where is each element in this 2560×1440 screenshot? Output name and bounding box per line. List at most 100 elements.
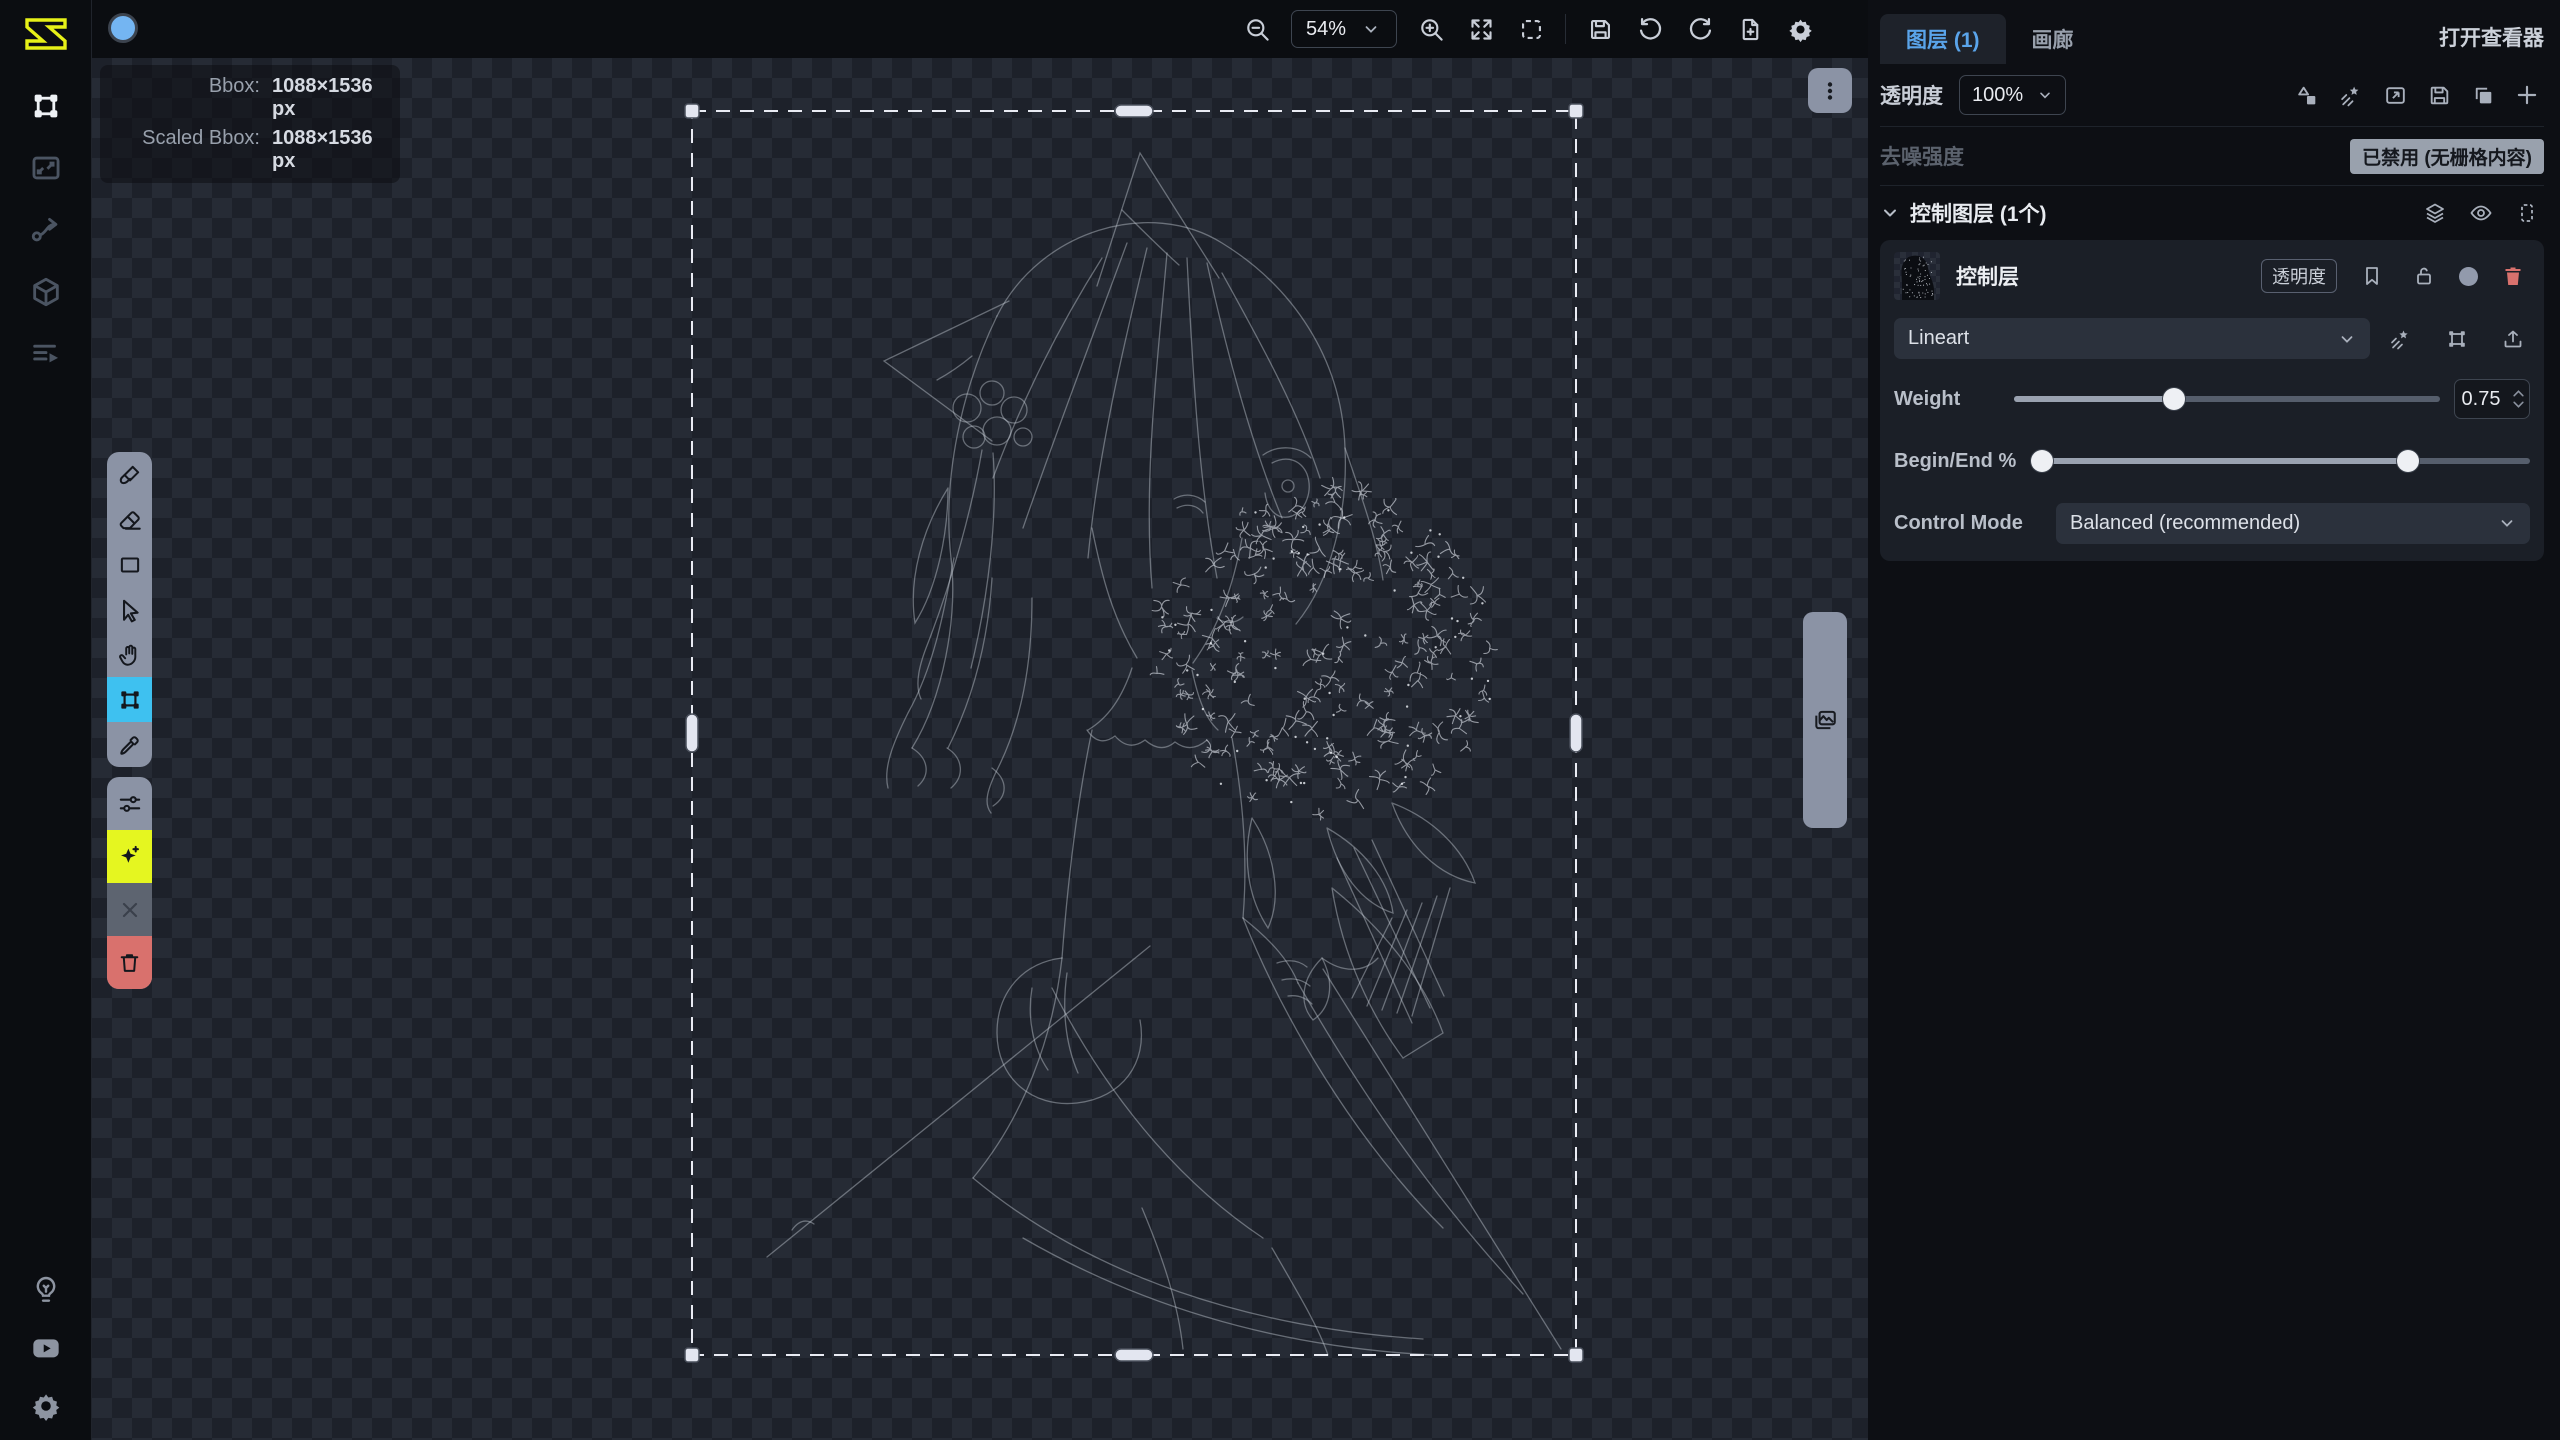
delete-trash-icon[interactable] — [107, 936, 152, 989]
zoom-in-button[interactable] — [1415, 13, 1447, 45]
opacity-label: 透明度 — [1880, 80, 1943, 110]
begin-end-label: Begin/End % — [1894, 450, 2028, 473]
opacity-value: 100% — [1972, 84, 2023, 107]
color-picker-tool-icon[interactable] — [107, 722, 152, 767]
fit-bbox-button[interactable] — [1515, 13, 1547, 45]
denoise-row: 去噪强度 已禁用 (无栅格内容) — [1880, 127, 2544, 185]
filter-wand-icon[interactable] — [2334, 78, 2368, 112]
denoise-label: 去噪强度 — [1880, 141, 1964, 171]
merge-layers-icon[interactable] — [2290, 78, 2324, 112]
unlock-icon[interactable] — [2407, 259, 2441, 293]
add-layer-plus-icon[interactable] — [2510, 78, 2544, 112]
redo-button[interactable] — [1684, 13, 1716, 45]
nav-queue-icon[interactable] — [28, 336, 64, 372]
canvas-menu-kebab-button[interactable] — [1808, 68, 1852, 113]
support-lightbulb-icon[interactable] — [28, 1272, 64, 1308]
control-model-select[interactable]: Lineart — [1894, 318, 2370, 359]
weight-slider-handle[interactable] — [2163, 388, 2185, 410]
canvas-artwork — [92, 58, 1868, 1440]
group-layers-stack-icon[interactable] — [2418, 196, 2452, 230]
weight-step-down-icon[interactable] — [2512, 400, 2525, 409]
transform-bbox-icon[interactable] — [2440, 322, 2474, 356]
control-layer-card[interactable]: 控制层 透明度 — [1880, 240, 2544, 561]
tab-layers[interactable]: 图层 (1) — [1880, 14, 2006, 64]
rectangle-tool-icon[interactable] — [107, 542, 152, 587]
group-visibility-eye-icon[interactable] — [2464, 196, 2498, 230]
tab-gallery-label: 画廊 — [2032, 24, 2074, 54]
settings-gear-icon[interactable] — [28, 1388, 64, 1424]
control-mode-row: Control Mode Balanced (recommended) — [1894, 501, 2530, 545]
eraser-tool-icon[interactable] — [107, 497, 152, 542]
bbox-label: Bbox: — [110, 75, 260, 121]
scaled-bbox-label: Scaled Bbox: — [110, 127, 260, 173]
view-hand-tool-icon[interactable] — [107, 632, 152, 677]
begin-handle[interactable] — [2031, 450, 2053, 472]
begin-end-slider[interactable] — [2042, 450, 2530, 472]
control-model-value: Lineart — [1908, 327, 1969, 350]
collapse-chevron-icon[interactable] — [1880, 203, 1900, 223]
fit-to-view-button[interactable] — [1465, 13, 1497, 45]
nav-upscaling-icon[interactable] — [28, 150, 64, 186]
weight-number-input[interactable]: 0.75 — [2454, 379, 2530, 419]
upload-icon[interactable] — [2496, 322, 2530, 356]
panel-tabbar: 图层 (1) 画廊 打开查看器 — [1880, 0, 2544, 64]
invoke-logo-icon — [23, 14, 69, 54]
undo-button[interactable] — [1634, 13, 1666, 45]
process-wand-icon[interactable] — [2384, 322, 2418, 356]
apply-sparkle-icon[interactable] — [107, 830, 152, 883]
control-mode-select[interactable]: Balanced (recommended) — [2056, 503, 2530, 544]
begin-end-slider-fill — [2042, 458, 2408, 464]
bbox-info-overlay: Bbox: 1088×1536 px Scaled Bbox: 1088×153… — [100, 65, 400, 183]
canvas-settings-gear-icon[interactable] — [1784, 13, 1816, 45]
layer-thumbnail[interactable] — [1894, 252, 1940, 300]
control-mode-value: Balanced (recommended) — [2070, 512, 2300, 535]
gallery-toggle-handle[interactable] — [1803, 612, 1847, 828]
layer-delete-trash-icon[interactable] — [2496, 259, 2530, 293]
control-layers-header: 控制图层 (1个) — [1880, 186, 2544, 240]
canvas-viewport[interactable]: Bbox: 1088×1536 px Scaled Bbox: 1088×153… — [92, 58, 1868, 1440]
layer-color-dot[interactable] — [2459, 267, 2478, 286]
bookmark-icon[interactable] — [2355, 259, 2389, 293]
control-mode-label: Control Mode — [1894, 512, 2042, 535]
nav-canvas-icon[interactable] — [28, 88, 64, 124]
begin-end-row: Begin/End % — [1894, 439, 2530, 483]
group-bbox-frame-icon[interactable] — [2510, 196, 2544, 230]
bbox-value: 1088×1536 px — [272, 75, 384, 121]
canvas-toolbar: 54% — [92, 0, 1868, 58]
new-canvas-button[interactable] — [1734, 13, 1766, 45]
tool-palette — [107, 452, 152, 989]
layer-name: 控制层 — [1956, 261, 2019, 291]
brush-tool-icon[interactable] — [107, 452, 152, 497]
tab-gallery[interactable]: 画廊 — [2006, 14, 2100, 64]
brush-color-swatch[interactable] — [108, 13, 138, 43]
filter-settings-icon[interactable] — [107, 777, 152, 830]
denoise-status-badge: 已禁用 (无栅格内容) — [2350, 139, 2544, 174]
weight-row: Weight 0.75 — [1894, 377, 2530, 421]
transform-fit-icon[interactable] — [2378, 78, 2412, 112]
tutorials-video-icon[interactable] — [28, 1330, 64, 1366]
save-canvas-button[interactable] — [1584, 13, 1616, 45]
layer-opacity-button[interactable]: 透明度 — [2261, 259, 2337, 293]
zoom-level-select[interactable]: 54% — [1291, 10, 1397, 48]
cancel-x-icon[interactable] — [107, 883, 152, 936]
opacity-row: 透明度 100% — [1880, 64, 2544, 126]
tab-layers-label: 图层 (1) — [1906, 24, 1980, 54]
right-panel: 图层 (1) 画廊 打开查看器 透明度 100% — [1868, 0, 2560, 1440]
control-layers-title: 控制图层 (1个) — [1910, 198, 2047, 228]
save-layer-icon[interactable] — [2422, 78, 2456, 112]
main-area: 54% — [92, 0, 1868, 1440]
weight-slider[interactable] — [2014, 388, 2440, 410]
move-tool-icon[interactable] — [107, 587, 152, 632]
open-viewer-button[interactable]: 打开查看器 — [2439, 22, 2544, 52]
nav-models-icon[interactable] — [28, 274, 64, 310]
generation-bbox — [685, 104, 1583, 1362]
nav-workflows-icon[interactable] — [28, 212, 64, 248]
zoom-level-value: 54% — [1306, 18, 1346, 41]
weight-step-up-icon[interactable] — [2512, 389, 2525, 398]
zoom-out-button[interactable] — [1241, 13, 1273, 45]
opacity-select[interactable]: 100% — [1959, 75, 2066, 115]
duplicate-layer-icon[interactable] — [2466, 78, 2500, 112]
bbox-tool-icon[interactable] — [107, 677, 152, 722]
weight-label: Weight — [1894, 388, 2000, 411]
end-handle[interactable] — [2397, 450, 2419, 472]
